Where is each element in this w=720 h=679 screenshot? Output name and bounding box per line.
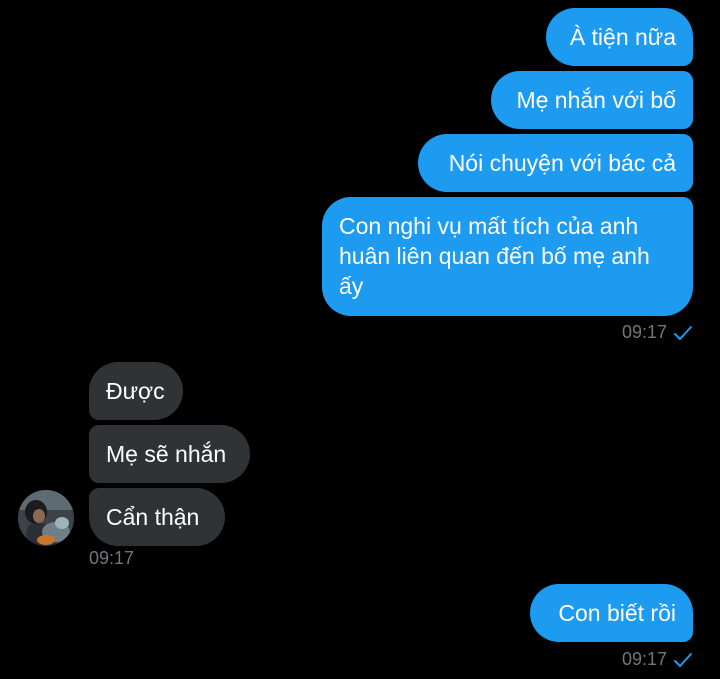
message-text: Mẹ nhắn với bố — [516, 87, 676, 113]
message-meta: 09:17 — [89, 547, 134, 569]
check-icon — [673, 651, 693, 667]
timestamp: 09:17 — [621, 649, 667, 669]
contact-avatar[interactable] — [18, 490, 74, 546]
outgoing-message[interactable]: Con nghi vụ mất tích của anh huân liên q… — [322, 197, 693, 316]
message-text: Nói chuyện với bác cả — [448, 150, 676, 176]
message-text: Con nghi vụ mất tích của anh huân liên q… — [339, 213, 650, 299]
incoming-message[interactable]: Cẩn thận — [89, 488, 225, 546]
incoming-message[interactable]: Được — [89, 362, 183, 420]
message-meta: 09:17 — [622, 648, 693, 670]
message-text: Con biết rồi — [558, 600, 676, 626]
outgoing-message[interactable]: Nói chuyện với bác cả — [418, 134, 693, 192]
message-text: Mẹ sẽ nhắn — [106, 441, 227, 467]
timestamp: 09:17 — [89, 548, 135, 568]
timestamp: 09:17 — [621, 322, 667, 342]
message-text: À tiện nữa — [569, 24, 676, 50]
outgoing-message[interactable]: Mẹ nhắn với bố — [491, 71, 693, 129]
outgoing-message[interactable]: À tiện nữa — [546, 8, 693, 66]
incoming-message[interactable]: Mẹ sẽ nhắn — [89, 425, 250, 483]
check-icon — [673, 324, 693, 340]
outgoing-message[interactable]: Con biết rồi — [530, 584, 693, 642]
avatar-photo — [18, 490, 74, 546]
message-text: Cẩn thận — [106, 504, 200, 530]
message-meta: 09:17 — [622, 321, 693, 343]
message-text: Được — [106, 378, 165, 404]
